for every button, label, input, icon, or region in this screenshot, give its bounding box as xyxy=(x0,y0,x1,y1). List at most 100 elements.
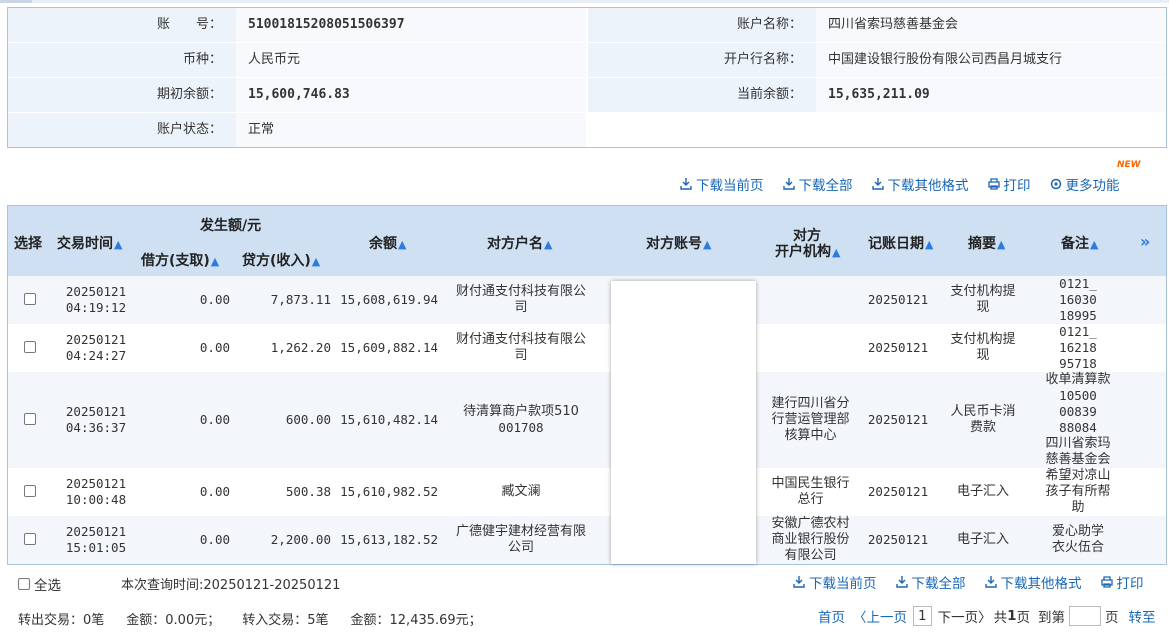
row-balance: 15,610,482.14 xyxy=(340,412,438,427)
page-jump-input[interactable] xyxy=(1069,606,1101,626)
col-balance-header[interactable]: 余额▲ xyxy=(369,233,406,253)
account-row: 期初余额： 15,600,746.83 当前余额： 15,635,211.09 xyxy=(8,78,1166,113)
row-balance: 15,608,619.94 xyxy=(340,292,438,307)
row-post-date: 20250121 xyxy=(867,412,929,427)
col-amount-group-header: 发生额/元 xyxy=(200,218,262,234)
row-credit: 600.00 xyxy=(285,412,331,427)
row-time: 15:01:05 xyxy=(65,540,127,555)
row-counterparty-name: 广德健宇建材经营有限 xyxy=(455,524,586,539)
current-balance-label: 当前余额： xyxy=(588,78,816,112)
col-bank-header[interactable]: 开户机构▲ xyxy=(775,241,840,261)
row-counterparty-name: 财付通支付科技有限公 xyxy=(455,284,586,299)
download-page-button[interactable]: 下载当前页 xyxy=(792,572,877,592)
row-checkbox[interactable] xyxy=(24,533,36,545)
row-time: 10:00:48 xyxy=(65,492,127,507)
row-checkbox[interactable] xyxy=(24,293,36,305)
download-all-button[interactable]: 下载全部 xyxy=(782,174,853,194)
opening-balance-value: 15,600,746.83 xyxy=(236,78,586,112)
more-functions-label: 更多功能 xyxy=(1065,178,1120,194)
print-button[interactable]: 打印 xyxy=(987,174,1031,194)
account-name-value: 四川省索玛慈善基金会 xyxy=(816,8,1166,42)
currency-value: 人民币元 xyxy=(236,43,586,77)
col-summary-header[interactable]: 摘要▲ xyxy=(968,233,1005,253)
row-debit: 0.00 xyxy=(199,532,230,547)
transaction-summary: 转出交易：0笔 金额：0.00元； 转入交易：5笔 金额：12,435.69元； xyxy=(18,609,504,628)
row-counterparty-bank: 建行四川省分 xyxy=(771,396,850,411)
row-remark: 爱心助学 xyxy=(1051,524,1104,539)
col-remark-header[interactable]: 备注▲ xyxy=(1061,233,1098,253)
download-all-label: 下载全部 xyxy=(798,178,853,194)
printer-icon xyxy=(987,178,1000,190)
in-count: 转入交易：5笔 xyxy=(242,613,329,628)
row-debit: 0.00 xyxy=(199,340,230,355)
row-remark: 希望对凉山 xyxy=(1045,468,1111,483)
download-page-button[interactable]: 下载当前页 xyxy=(679,174,764,194)
opening-balance-label: 期初余额： xyxy=(8,78,236,112)
row-credit: 7,873.11 xyxy=(270,292,331,307)
goto-suffix: 页 xyxy=(1105,610,1119,626)
row-summary: 支付机构提 xyxy=(950,332,1016,347)
download-other-button[interactable]: 下载其他格式 xyxy=(871,174,969,194)
print-button[interactable]: 打印 xyxy=(1100,572,1144,592)
download-icon xyxy=(984,576,997,588)
query-time: 本次查询时间:20250121-20250121 xyxy=(121,578,341,593)
current-page[interactable]: 1 xyxy=(913,606,932,626)
row-date: 20250121 xyxy=(65,524,127,539)
row-debit: 0.00 xyxy=(199,484,230,499)
row-counterparty-name: 财付通支付科技有限公 xyxy=(455,332,586,347)
select-all-checkbox[interactable] xyxy=(18,578,30,590)
sort-icon: ▲ xyxy=(703,238,712,251)
col-debit-header[interactable]: 借方(支取)▲ xyxy=(141,250,219,270)
row-checkbox[interactable] xyxy=(24,485,36,497)
sort-icon: ▲ xyxy=(1090,238,1099,251)
currency-label: 币种： xyxy=(8,43,236,77)
status-label: 账户状态： xyxy=(8,113,236,147)
account-no-label: 账 号： xyxy=(8,8,236,42)
active-tab[interactable] xyxy=(0,0,32,3)
table-row: 20250121 10:00:48 0.00 500.38 15,610,982… xyxy=(8,468,1166,516)
col-counterparty-account-header[interactable]: 对方账号▲ xyxy=(646,233,711,253)
expand-columns-icon[interactable]: » xyxy=(1140,232,1150,251)
table-row: 20250121 04:19:12 0.00 7,873.11 15,608,6… xyxy=(8,276,1166,324)
col-post-date-header[interactable]: 记账日期▲ xyxy=(868,233,933,253)
col-credit-header[interactable]: 贷方(收入)▲ xyxy=(242,250,320,270)
select-all-label: 全选 xyxy=(34,578,61,594)
row-date: 20250121 xyxy=(65,404,127,419)
row-post-date: 20250121 xyxy=(867,484,929,499)
top-tab-strip xyxy=(0,0,1169,3)
row-counterparty-name: 臧文澜 xyxy=(501,484,541,499)
download-all-label: 下载全部 xyxy=(911,576,966,592)
next-page-link[interactable]: 下一页〉 xyxy=(938,606,992,626)
gear-icon xyxy=(1050,178,1061,190)
sort-icon: ▲ xyxy=(997,238,1006,251)
row-post-date: 20250121 xyxy=(867,340,929,355)
select-all-control[interactable]: 全选 xyxy=(18,574,61,594)
row-balance: 15,609,882.14 xyxy=(340,340,438,355)
row-date: 20250121 xyxy=(65,284,127,299)
row-checkbox[interactable] xyxy=(24,341,36,353)
first-page-link[interactable]: 首页 xyxy=(818,606,845,626)
account-row: 账户状态： 正常 xyxy=(8,113,1166,148)
col-counterparty-name-header[interactable]: 对方户名▲ xyxy=(487,233,552,253)
account-name-label: 账户名称： xyxy=(588,8,816,42)
more-functions-button[interactable]: 更多功能 xyxy=(1049,174,1120,194)
row-counterparty-bank: 安徽广德农村 xyxy=(771,516,850,531)
print-label: 打印 xyxy=(1116,576,1144,592)
row-post-date: 20250121 xyxy=(867,292,929,307)
go-button[interactable]: 转至 xyxy=(1129,606,1156,626)
in-amount: 金额：12,435.69元； xyxy=(350,613,482,628)
row-checkbox[interactable] xyxy=(24,413,36,425)
download-page-label: 下载当前页 xyxy=(809,576,877,592)
row-summary: 支付机构提 xyxy=(950,284,1016,299)
download-all-button[interactable]: 下载全部 xyxy=(895,572,966,592)
prev-page-link[interactable]: 〈上一页 xyxy=(853,606,907,626)
col-time-header[interactable]: 交易时间▲ xyxy=(57,233,122,253)
row-summary: 电子汇入 xyxy=(956,484,1009,499)
table-row: 20250121 04:24:27 0.00 1,262.20 15,609,8… xyxy=(8,324,1166,372)
download-other-button[interactable]: 下载其他格式 xyxy=(984,572,1082,592)
row-remark: 收单清算款 xyxy=(1045,372,1111,387)
download-page-label: 下载当前页 xyxy=(696,178,764,194)
row-post-date: 20250121 xyxy=(867,532,929,547)
download-icon xyxy=(871,178,884,190)
row-remark: 0121_ xyxy=(1059,276,1097,291)
